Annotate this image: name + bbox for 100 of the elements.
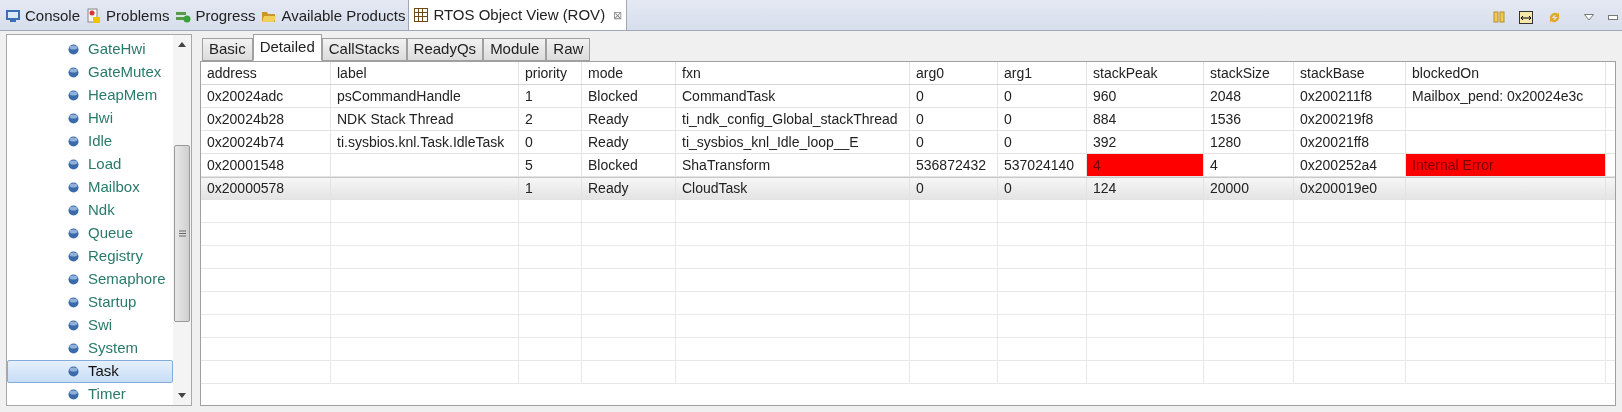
tab[interactable]: Raw — [546, 38, 591, 61]
view-tab[interactable]: Progress — [172, 2, 259, 30]
bullet-icon — [68, 90, 79, 101]
bullet-icon — [68, 274, 79, 285]
grid-icon — [413, 7, 430, 23]
column-header[interactable]: blockedOn — [1406, 62, 1606, 84]
tree-item-label: Timer — [88, 384, 126, 405]
column-header[interactable]: arg0 — [910, 62, 998, 84]
table-cell-text: 20000 — [1210, 179, 1249, 198]
close-icon[interactable]: ⊠ — [613, 6, 623, 24]
tree-item-label: Load — [88, 154, 122, 175]
scroll-down-icon[interactable] — [178, 393, 186, 398]
tree-item[interactable]: Startup — [7, 291, 173, 314]
scrollbar[interactable] — [173, 35, 191, 405]
table-cell-text: 0x200211f8 — [1300, 86, 1373, 106]
view-tab[interactable]: Console — [2, 2, 84, 30]
bullet-icon — [68, 366, 79, 377]
tab[interactable]: CallStacks — [321, 38, 407, 61]
column-header[interactable]: priority — [519, 62, 582, 84]
column-header[interactable]: fxn — [676, 62, 910, 84]
view-tab-label: RTOS Object View (ROV) — [433, 4, 606, 25]
tree-item[interactable]: Swi — [7, 314, 173, 337]
tree-item[interactable]: Semaphore — [7, 268, 173, 291]
column-header[interactable]: stackSize — [1204, 62, 1294, 84]
table-cell-text: 884 — [1093, 109, 1117, 129]
column-header[interactable]: arg1 — [998, 62, 1087, 84]
tree-item[interactable]: System — [7, 337, 173, 360]
view-tab-label: Problems — [106, 5, 170, 26]
tree-item-label: Registry — [88, 246, 143, 267]
tree-item[interactable]: Load — [7, 153, 173, 176]
column-header[interactable]: label — [331, 62, 519, 84]
tab[interactable]: ReadyQs — [406, 38, 484, 61]
table-cell-text: 0 — [916, 109, 924, 129]
bullet-icon — [68, 389, 79, 400]
tree-item-label: HeapMem — [88, 85, 158, 106]
table-cell-text: 0x20024b74 — [207, 132, 285, 152]
tab[interactable]: Module — [483, 38, 547, 61]
bullet-icon — [68, 297, 79, 308]
view-tab[interactable]: Problems — [83, 2, 173, 30]
table-cell-text: 537024140 — [1004, 155, 1075, 175]
tree-item-label: Queue — [88, 223, 134, 244]
view-menu-icon[interactable] — [1584, 13, 1594, 21]
table-cell-text: Blocked — [588, 86, 638, 106]
bullet-icon — [68, 251, 79, 262]
table-width-icon[interactable] — [1519, 10, 1533, 24]
tree-item[interactable]: HeapMem — [7, 84, 173, 107]
selected-row[interactable]: 0x20000578 1 Ready CloudTask 0 0 124 20000 0x200019e0 — [201, 177, 1615, 200]
tab[interactable]: Basic — [202, 38, 253, 61]
table-cell-text: 0 — [916, 86, 924, 106]
minimize-icon[interactable] — [1608, 14, 1618, 20]
table-cell-text: 0 — [916, 132, 924, 152]
table-cell-text: 124 — [1093, 179, 1117, 198]
table-cell-text: 4 — [1093, 155, 1101, 175]
tree-item[interactable]: Queue — [7, 222, 173, 245]
bullet-icon — [68, 182, 79, 193]
column-header[interactable]: stackBase — [1294, 62, 1406, 84]
tree-item[interactable]: GateHwi — [7, 38, 173, 61]
table-cell-text: 0 — [1004, 86, 1012, 106]
tree-item[interactable]: Registry — [7, 245, 173, 268]
table-cell-text: 1 — [525, 179, 533, 198]
column-header[interactable]: stackPeak — [1087, 62, 1204, 84]
tree-item-label: Hwi — [88, 108, 113, 129]
view-tab[interactable]: RTOS Object View (ROV) ⊠ — [408, 0, 628, 30]
table-cell-text: 1 — [525, 86, 533, 106]
tree-item[interactable]: Ndk — [7, 199, 173, 222]
bullet-icon — [68, 44, 79, 55]
table-cell-text: 0x20024adc — [207, 86, 284, 106]
table-cell-text: 0 — [1004, 179, 1012, 198]
table-cell-text: ti_ndk_config_Global_stackThread — [682, 109, 898, 129]
problems-icon — [86, 8, 103, 24]
tree-item[interactable]: Mailbox — [7, 176, 173, 199]
column-header[interactable]: address — [201, 62, 331, 84]
view-tab-label: Progress — [195, 5, 256, 26]
table-cell-text: CommandTask — [682, 86, 776, 106]
tab[interactable]: Detailed — [252, 34, 322, 61]
table-cell-text: 2 — [525, 109, 533, 129]
bullet-icon — [68, 136, 79, 147]
table-cell-text: 0x20001548 — [207, 155, 285, 175]
tree-item[interactable]: Task — [7, 360, 173, 383]
tree-item[interactable]: Hwi — [7, 107, 173, 130]
bullet-icon — [68, 205, 79, 216]
scroll-up-icon[interactable] — [178, 42, 186, 47]
tree-item[interactable]: Idle — [7, 130, 173, 153]
table-cell-text: 0x200019e0 — [1300, 179, 1378, 198]
table-cell-text: 4 — [1210, 155, 1218, 175]
table-cell-text: 0x20000578 — [207, 179, 285, 198]
bullet-icon — [68, 113, 79, 124]
bullet-icon — [68, 320, 79, 331]
view-tab[interactable]: Available Products — [258, 2, 409, 30]
tree-item-label: Idle — [88, 131, 113, 152]
tree-item-label: Swi — [88, 315, 113, 336]
table-cell-text: 0 — [916, 179, 924, 198]
tree-item[interactable]: Timer — [7, 383, 173, 406]
table-cell-text: 536872432 — [916, 155, 987, 175]
view-tab-label: Available Products — [281, 5, 406, 26]
column-header[interactable]: mode — [582, 62, 676, 84]
scroll-thumb[interactable] — [174, 145, 190, 322]
bullet-icon — [68, 67, 79, 78]
table-cell-text: NDK Stack Thread — [337, 109, 454, 129]
tree-item[interactable]: GateMutex — [7, 61, 173, 84]
